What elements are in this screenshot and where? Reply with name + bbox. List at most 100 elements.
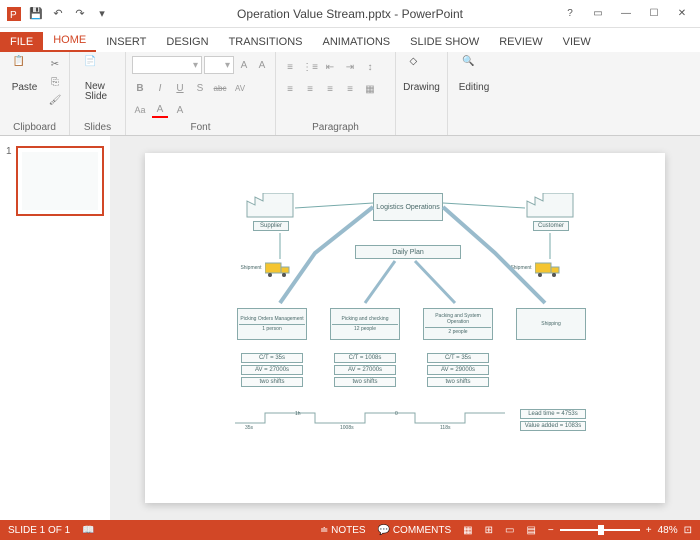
- redo-icon[interactable]: ↷: [72, 6, 88, 22]
- zoom-in-icon[interactable]: +: [646, 525, 652, 536]
- tab-review[interactable]: REVIEW: [489, 32, 552, 52]
- timeline-0: 35s: [245, 425, 253, 431]
- tab-slideshow[interactable]: SLIDE SHOW: [400, 32, 489, 52]
- columns-icon[interactable]: ▦: [362, 81, 378, 97]
- data-1-2[interactable]: two shifts: [241, 377, 303, 387]
- supplier-factory-icon[interactable]: [245, 193, 295, 219]
- tab-design[interactable]: DESIGN: [156, 32, 218, 52]
- fit-window-icon[interactable]: ⊡: [684, 525, 692, 536]
- data-2-1[interactable]: AV = 27000s: [334, 365, 396, 375]
- maximize-icon[interactable]: ☐: [642, 5, 666, 23]
- font-size-select[interactable]: ▾: [204, 56, 234, 74]
- tab-file[interactable]: FILE: [0, 32, 43, 52]
- truck-icon[interactable]: [535, 261, 561, 277]
- justify-icon[interactable]: ≡: [342, 81, 358, 97]
- undo-icon[interactable]: ↶: [50, 6, 66, 22]
- case-button[interactable]: Aa: [132, 102, 148, 118]
- summary-0[interactable]: Lead time = 4753s: [520, 409, 586, 419]
- shadow-button[interactable]: S: [192, 80, 208, 96]
- data-3-1[interactable]: AV = 29000s: [427, 365, 489, 375]
- indent-left-icon[interactable]: ⇤: [322, 59, 338, 75]
- editing-button[interactable]: 🔍Editing: [454, 56, 494, 93]
- align-center-icon[interactable]: ≡: [302, 81, 318, 97]
- timeline-ladder[interactable]: [235, 408, 515, 428]
- italic-button[interactable]: I: [152, 80, 168, 96]
- customer-label[interactable]: Customer: [533, 221, 569, 231]
- customer-factory-icon[interactable]: [525, 193, 575, 219]
- align-right-icon[interactable]: ≡: [322, 81, 338, 97]
- summary-1[interactable]: Value added = 1083s: [520, 421, 586, 431]
- process-4[interactable]: Shipping: [516, 308, 586, 340]
- copy-icon[interactable]: ⎘: [47, 74, 63, 90]
- indent-right-icon[interactable]: ⇥: [342, 59, 358, 75]
- process-1-name: Picking Orders Management: [240, 316, 303, 322]
- bold-button[interactable]: B: [132, 80, 148, 96]
- normal-view-icon[interactable]: ▦: [463, 525, 472, 536]
- process-3-people: 2 people: [425, 327, 491, 335]
- data-1-1[interactable]: AV = 27000s: [241, 365, 303, 375]
- slide-canvas[interactable]: Supplier Customer Logistics Operations D…: [145, 153, 665, 503]
- tab-insert[interactable]: INSERT: [96, 32, 156, 52]
- format-painter-icon[interactable]: 🖌: [47, 92, 63, 108]
- spellcheck-icon[interactable]: 📖: [82, 525, 94, 536]
- zoom-slider[interactable]: [560, 529, 640, 531]
- data-1-0[interactable]: C/T = 35s: [241, 353, 303, 363]
- align-left-icon[interactable]: ≡: [282, 81, 298, 97]
- font-color-button[interactable]: A: [152, 102, 168, 118]
- new-slide-button[interactable]: 📄 New Slide: [76, 56, 116, 102]
- help-icon[interactable]: ?: [558, 5, 582, 23]
- highlight-button[interactable]: A: [172, 102, 188, 118]
- tab-view[interactable]: VIEW: [553, 32, 601, 52]
- comments-button[interactable]: 💬 COMMENTS: [378, 525, 452, 536]
- zoom-out-icon[interactable]: −: [548, 525, 554, 536]
- slide-thumbnail-1[interactable]: [16, 146, 104, 216]
- paste-button[interactable]: 📋 Paste: [6, 56, 43, 93]
- data-2-2[interactable]: two shifts: [334, 377, 396, 387]
- notes-button[interactable]: ≐ NOTES: [320, 525, 366, 536]
- process-2-name: Picking and checking: [342, 316, 389, 322]
- slide-thumbnail-panel: 1: [0, 136, 110, 520]
- minimize-icon[interactable]: —: [614, 5, 638, 23]
- line-spacing-icon[interactable]: ↕: [362, 59, 378, 75]
- strikethrough-button[interactable]: abc: [212, 80, 228, 96]
- tab-home[interactable]: HOME: [43, 30, 96, 52]
- spacing-button[interactable]: AV: [232, 80, 248, 96]
- font-family-select[interactable]: ▾: [132, 56, 202, 74]
- data-2-0[interactable]: C/T = 1008s: [334, 353, 396, 363]
- daily-plan-box[interactable]: Daily Plan: [355, 245, 461, 259]
- decrease-font-icon[interactable]: A: [254, 57, 270, 73]
- underline-button[interactable]: U: [172, 80, 188, 96]
- logistics-title[interactable]: Logistics Operations: [373, 193, 443, 221]
- process-1[interactable]: Picking Orders Management1 person: [237, 308, 307, 340]
- ribbon-tabs: FILE HOME INSERT DESIGN TRANSITIONS ANIM…: [0, 28, 700, 52]
- bullets-icon[interactable]: ≡: [282, 59, 298, 75]
- qat-dropdown-icon[interactable]: ▾: [94, 6, 110, 22]
- slideshow-view-icon[interactable]: ▤: [526, 525, 535, 536]
- font-group-label: Font: [132, 120, 269, 133]
- save-icon[interactable]: 💾: [28, 6, 44, 22]
- close-icon[interactable]: ✕: [670, 5, 694, 23]
- tab-transitions[interactable]: TRANSITIONS: [219, 32, 313, 52]
- data-3-0[interactable]: C/T = 35s: [427, 353, 489, 363]
- increase-font-icon[interactable]: A: [236, 57, 252, 73]
- numbering-icon[interactable]: ⋮≡: [302, 59, 318, 75]
- truck-icon[interactable]: [265, 261, 291, 277]
- slide-counter[interactable]: SLIDE 1 OF 1: [8, 525, 70, 536]
- process-2-people: 12 people: [332, 324, 398, 332]
- sorter-view-icon[interactable]: ⊞: [485, 525, 493, 536]
- drawing-button[interactable]: ◇Drawing: [402, 56, 441, 93]
- tab-animations[interactable]: ANIMATIONS: [313, 32, 401, 52]
- reading-view-icon[interactable]: ▭: [505, 525, 514, 536]
- supplier-label[interactable]: Supplier: [253, 221, 289, 231]
- ribbon-options-icon[interactable]: ▭: [586, 5, 610, 23]
- cut-icon[interactable]: ✂: [47, 56, 63, 72]
- slide-editor[interactable]: Supplier Customer Logistics Operations D…: [110, 136, 700, 520]
- zoom-level[interactable]: 48%: [658, 525, 678, 536]
- process-3[interactable]: Packing and System Operation2 people: [423, 308, 493, 340]
- powerpoint-icon: P: [6, 6, 22, 22]
- drawing-label: Drawing: [403, 82, 440, 93]
- find-icon: 🔍: [462, 56, 486, 80]
- chevron-down-icon: ▾: [193, 60, 198, 71]
- process-2[interactable]: Picking and checking 12 people: [330, 308, 400, 340]
- data-3-2[interactable]: two shifts: [427, 377, 489, 387]
